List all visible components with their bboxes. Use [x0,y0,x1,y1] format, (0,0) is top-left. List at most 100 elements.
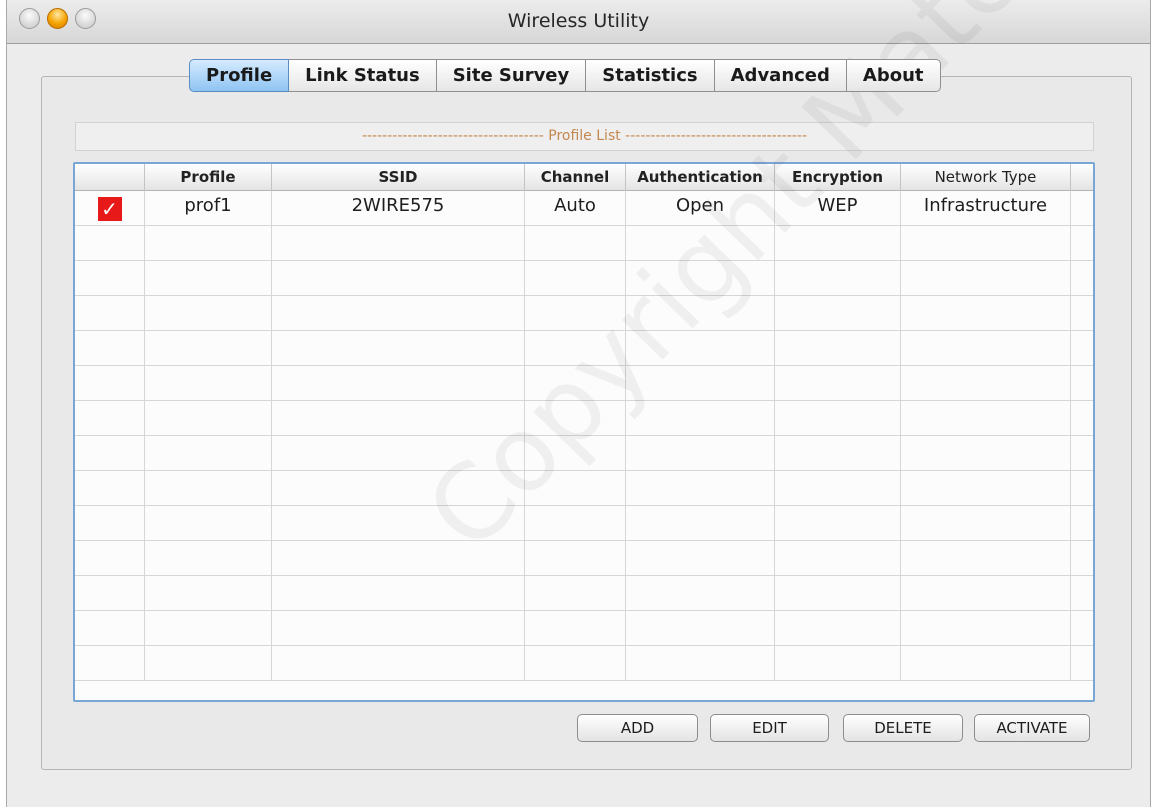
empty-cell [525,436,626,471]
empty-cell [145,541,272,576]
empty-cell [272,506,525,541]
network-type-cell: Infrastructure [901,191,1071,226]
empty-cell [901,331,1071,366]
empty-cell [145,226,272,261]
empty-table-row [75,296,1093,331]
empty-cell [626,576,775,611]
empty-table-row [75,541,1093,576]
empty-cell [145,646,272,681]
empty-cell [272,366,525,401]
empty-cell [901,226,1071,261]
empty-cell [272,226,525,261]
empty-cell [272,646,525,681]
empty-cell [901,646,1071,681]
empty-table-row [75,261,1093,296]
empty-cell [626,471,775,506]
empty-cell [775,436,901,471]
empty-cell [75,296,145,331]
empty-cell [145,401,272,436]
checkmark-icon[interactable]: ✓ [97,197,122,221]
tab-link-status[interactable]: Link Status [289,59,437,92]
empty-cell [901,401,1071,436]
tab-advanced[interactable]: Advanced [714,59,847,92]
profile-table: Profile SSID Channel Authentication Encr… [73,162,1095,702]
empty-cell [75,331,145,366]
empty-cell [901,576,1071,611]
empty-cell [75,506,145,541]
column-header-channel[interactable]: Channel [525,164,626,191]
row-select-cell[interactable]: ✓ [75,191,145,226]
empty-cell [901,261,1071,296]
empty-cell [525,366,626,401]
empty-cell [145,296,272,331]
empty-cell [626,541,775,576]
tab-profile[interactable]: Profile [189,59,290,92]
empty-cell [901,471,1071,506]
delete-button[interactable]: DELETE [843,714,963,742]
empty-cell [525,541,626,576]
empty-cell [145,471,272,506]
column-header-select[interactable] [75,164,145,191]
encryption-cell: WEP [775,191,901,226]
empty-cell [145,436,272,471]
column-header-profile[interactable]: Profile [145,164,272,191]
empty-table-row [75,611,1093,646]
empty-cell [775,541,901,576]
empty-cell [272,611,525,646]
empty-cell [75,576,145,611]
empty-table-row [75,366,1093,401]
profile-list-header: ------------------------------------ Pro… [75,122,1094,151]
tab-statistics[interactable]: Statistics [586,59,715,92]
empty-cell [272,436,525,471]
empty-cell [272,401,525,436]
empty-cell [775,401,901,436]
tab-about[interactable]: About [846,59,941,92]
empty-table-row [75,436,1093,471]
empty-cell [75,471,145,506]
channel-cell: Auto [525,191,626,226]
empty-cell [145,611,272,646]
empty-cell [626,296,775,331]
empty-cell [525,611,626,646]
empty-table-row [75,646,1093,681]
empty-cell [775,506,901,541]
column-header-network-type[interactable]: Network Type [901,164,1071,191]
empty-cell [525,261,626,296]
empty-cell [626,436,775,471]
empty-cell [626,366,775,401]
empty-cell [901,366,1071,401]
column-header-ssid[interactable]: SSID [272,164,525,191]
table-row[interactable]: ✓ prof1 2WIRE575 Auto Open WEP Infrastru… [75,191,1093,226]
empty-cell [525,226,626,261]
ssid-cell: 2WIRE575 [272,191,525,226]
edit-button[interactable]: EDIT [710,714,829,742]
empty-cell [775,611,901,646]
empty-cell [145,576,272,611]
empty-cell [775,366,901,401]
empty-cell [626,261,775,296]
empty-cell [75,541,145,576]
add-button[interactable]: ADD [577,714,698,742]
empty-cell [901,296,1071,331]
empty-cell [272,541,525,576]
empty-cell [272,576,525,611]
empty-cell [272,471,525,506]
activate-button[interactable]: ACTIVATE [974,714,1090,742]
empty-cell [75,401,145,436]
empty-cell [775,471,901,506]
empty-cell [272,296,525,331]
empty-cell [775,261,901,296]
empty-table-row [75,576,1093,611]
empty-cell [626,646,775,681]
empty-cell [626,331,775,366]
empty-cell [525,506,626,541]
column-header-encryption[interactable]: Encryption [775,164,901,191]
empty-cell [75,366,145,401]
empty-cell [775,296,901,331]
empty-cell [901,611,1071,646]
tab-site-survey[interactable]: Site Survey [436,59,587,92]
empty-table-row [75,331,1093,366]
column-header-authentication[interactable]: Authentication [626,164,775,191]
table-header: Profile SSID Channel Authentication Encr… [75,164,1093,191]
empty-cell [525,331,626,366]
